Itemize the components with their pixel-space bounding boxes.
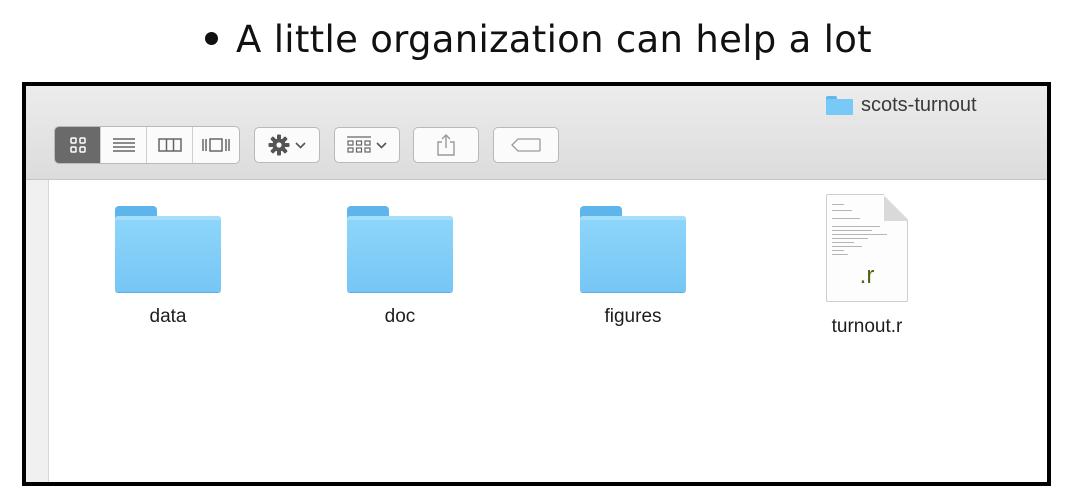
tag-icon bbox=[511, 138, 541, 152]
folder-icon bbox=[826, 96, 853, 115]
action-menu-button[interactable] bbox=[254, 127, 320, 163]
chevron-down-icon bbox=[295, 141, 306, 149]
slide-bullet: A little organization can help a lot bbox=[0, 18, 1077, 61]
list-view-button[interactable] bbox=[101, 127, 147, 163]
column-view-icon bbox=[157, 138, 182, 152]
r-script-file-icon: .r bbox=[826, 194, 908, 302]
cover-flow-icon bbox=[202, 138, 230, 152]
file-name: data bbox=[149, 306, 187, 327]
arrange-grid-icon bbox=[347, 136, 371, 153]
cover-flow-view-button[interactable] bbox=[193, 127, 239, 163]
file-item-figures[interactable]: figures bbox=[563, 194, 703, 328]
finder-window: scots-turnout data doc figures .r turnou… bbox=[22, 82, 1051, 486]
file-name: figures bbox=[604, 306, 662, 327]
icon-view-icon bbox=[69, 137, 86, 153]
bullet-text: A little organization can help a lot bbox=[236, 18, 872, 61]
folder-icon bbox=[115, 206, 221, 292]
window-title-text: scots-turnout bbox=[861, 94, 977, 116]
file-item-doc[interactable]: doc bbox=[330, 194, 470, 328]
sidebar-strip bbox=[26, 180, 49, 482]
folder-icon bbox=[580, 206, 686, 292]
file-extension: .r bbox=[859, 262, 875, 289]
chevron-down-icon bbox=[376, 141, 387, 149]
titlebar: scots-turnout bbox=[26, 86, 1047, 180]
view-mode-segmented-control bbox=[54, 126, 240, 164]
file-item-data[interactable]: data bbox=[98, 194, 238, 328]
file-item-turnout-r[interactable]: .r turnout.r bbox=[797, 194, 937, 338]
list-view-icon bbox=[112, 138, 135, 152]
file-name: turnout.r bbox=[831, 316, 903, 337]
gear-icon bbox=[268, 134, 290, 156]
folder-icon bbox=[347, 206, 453, 292]
file-name: doc bbox=[384, 306, 416, 327]
toolbar bbox=[54, 126, 559, 164]
share-icon bbox=[437, 134, 455, 156]
arrange-menu-button[interactable] bbox=[334, 127, 400, 163]
bullet-dot bbox=[205, 32, 219, 45]
icon-view-button[interactable] bbox=[55, 127, 101, 163]
tag-button[interactable] bbox=[493, 127, 559, 163]
column-view-button[interactable] bbox=[147, 127, 193, 163]
window-title: scots-turnout bbox=[826, 94, 977, 117]
share-button[interactable] bbox=[413, 127, 479, 163]
